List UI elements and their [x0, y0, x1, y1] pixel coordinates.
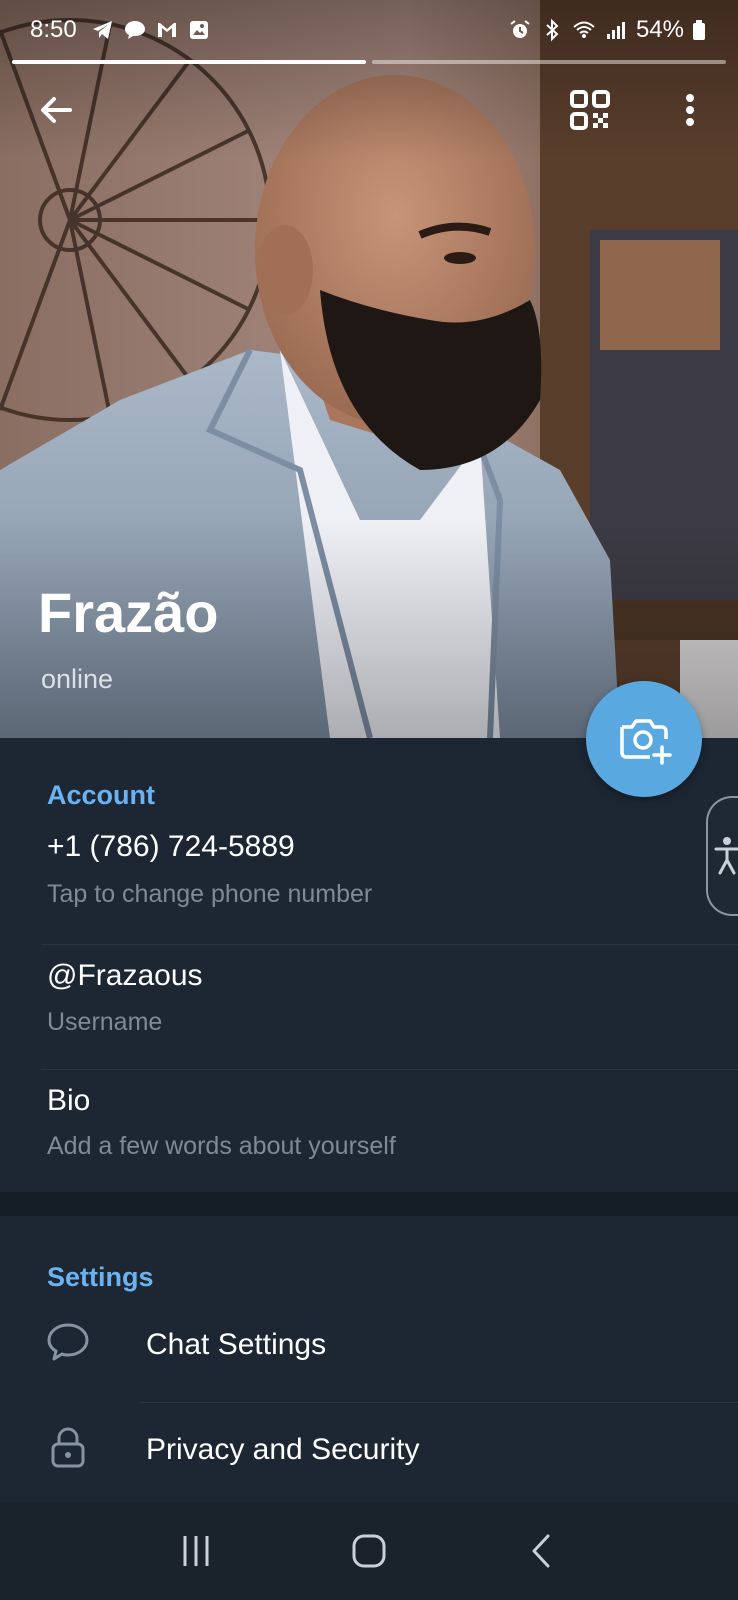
signal-icon [604, 18, 628, 42]
status-time: 8:50 [30, 16, 77, 43]
settings-section-title: Settings [47, 1262, 154, 1292]
settings-item-label: Privacy and Security [146, 1433, 420, 1466]
recent-apps-button[interactable] [166, 1521, 226, 1581]
username-value: @Frazaous [47, 959, 203, 992]
section-separator [0, 1192, 738, 1216]
qr-code-button[interactable] [562, 82, 618, 138]
chat-bubble-icon [47, 1323, 89, 1361]
nav-back-icon [532, 1534, 550, 1568]
settings-item-chat-settings[interactable]: Chat Settings [0, 1292, 738, 1396]
alarm-icon [508, 18, 532, 42]
battery-icon [692, 18, 706, 42]
account-section: Account +1 (786) 724-5889 Tap to change … [0, 738, 738, 1192]
nav-back-button[interactable] [512, 1521, 572, 1581]
home-icon [352, 1534, 386, 1568]
status-bar: 8:50 54% [0, 0, 738, 60]
settings-section: Settings Chat Settings Privacy and Secur… [0, 1216, 738, 1502]
account-section-title: Account [47, 780, 155, 810]
add-photo-camera-icon [620, 719, 672, 765]
gmail-icon [155, 18, 179, 42]
photo-progress-bar-2 [372, 60, 726, 64]
telegram-icon [91, 18, 115, 42]
photo-progress-bar-1 [12, 60, 366, 64]
bio-label: Bio [47, 1084, 91, 1117]
back-button[interactable] [28, 82, 84, 138]
chat-bubble-icon [123, 18, 147, 42]
settings-item-privacy-security[interactable]: Privacy and Security [0, 1403, 738, 1502]
settings-item-label: Chat Settings [146, 1328, 327, 1361]
phone-hint: Tap to change phone number [47, 880, 373, 908]
more-options-button[interactable] [662, 82, 718, 138]
recent-apps-icon [183, 1536, 209, 1566]
gallery-icon [187, 18, 211, 42]
battery-percent: 54% [635, 16, 684, 43]
home-button[interactable] [339, 1521, 399, 1581]
profile-status: online [41, 664, 114, 694]
profile-name: Frazão [38, 581, 219, 644]
phone-number: +1 (786) 724-5889 [47, 830, 295, 863]
set-photo-button[interactable] [586, 681, 702, 797]
more-vert-icon [686, 94, 694, 126]
bio-hint: Add a few words about yourself [47, 1132, 396, 1160]
accessibility-icon [714, 837, 738, 875]
lock-icon [51, 1427, 85, 1468]
profile-header: 8:50 54% Frazão online [0, 0, 738, 738]
back-icon [41, 97, 72, 123]
username-row[interactable]: @Frazaous Username [0, 945, 738, 1069]
wifi-icon [572, 18, 596, 42]
phone-row[interactable]: +1 (786) 724-5889 Tap to change phone nu… [0, 816, 738, 944]
accessibility-handle[interactable] [706, 796, 738, 916]
qr-code-icon [570, 90, 610, 130]
bluetooth-icon [540, 18, 564, 42]
system-nav-bar [0, 1502, 738, 1600]
username-hint: Username [47, 1008, 163, 1036]
bio-row[interactable]: Bio Add a few words about yourself [0, 1070, 738, 1192]
photo-progress-bars [12, 60, 726, 64]
